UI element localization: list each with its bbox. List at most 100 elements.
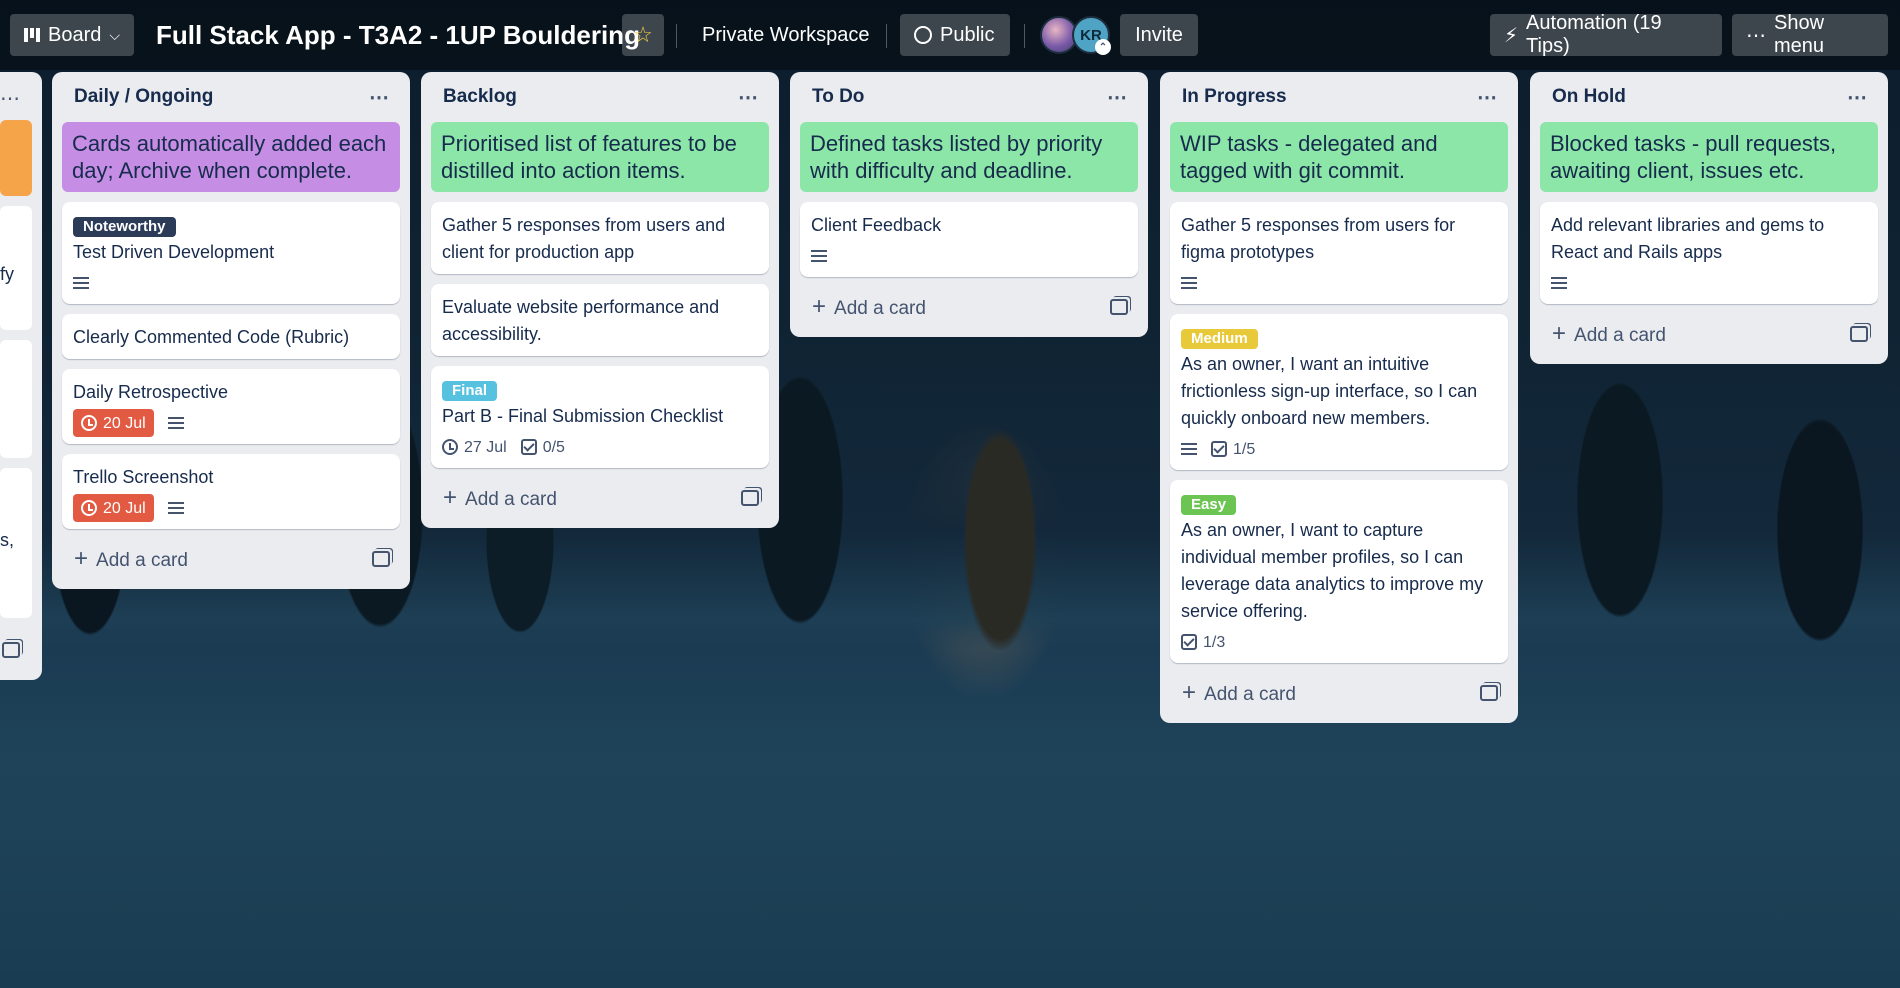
checklist-icon bbox=[520, 439, 537, 455]
list-in-progress: In Progress ⋯ WIP tasks - delegated and t… bbox=[1160, 72, 1518, 723]
avatar[interactable]: KR ⌃ bbox=[1072, 16, 1111, 55]
view-switcher-label: Board bbox=[48, 23, 102, 46]
card-title: Gather 5 responses from users and client… bbox=[442, 215, 726, 262]
board-title[interactable]: Full Stack App - T3A2 - 1UP Bouldering bbox=[156, 14, 640, 56]
add-card-label: Add a card bbox=[1574, 325, 1666, 346]
list-description-card[interactable]: Cards automatically added each day; Arch… bbox=[62, 122, 400, 192]
add-card-label: Add a card bbox=[1204, 684, 1296, 705]
list-title[interactable]: To Do bbox=[812, 86, 864, 108]
add-card-label: Add a card bbox=[96, 550, 188, 571]
add-card-button[interactable]: + Add a card bbox=[443, 484, 557, 512]
card[interactable]: Clearly Commented Code (Rubric) bbox=[62, 314, 400, 359]
description-icon bbox=[167, 417, 184, 429]
description-icon bbox=[167, 502, 184, 514]
lightning-icon: ⚡︎ bbox=[1504, 24, 1519, 47]
list-title[interactable]: On Hold bbox=[1552, 86, 1626, 108]
invite-button[interactable]: Invite bbox=[1120, 14, 1198, 56]
show-menu-button[interactable]: ⋯ Show menu bbox=[1732, 12, 1888, 57]
list-description-card[interactable]: WIP tasks - delegated and tagged with gi… bbox=[1170, 122, 1508, 192]
view-switcher-button[interactable]: Board ⌵ bbox=[10, 14, 134, 56]
automation-label: Automation (19 Tips) bbox=[1526, 12, 1662, 57]
add-card-button[interactable]: + Add a card bbox=[812, 293, 926, 321]
date-badge[interactable]: 27 Jul bbox=[442, 434, 507, 461]
partial-card[interactable]: fy bbox=[0, 206, 32, 330]
list-menu-icon[interactable]: ⋯ bbox=[1847, 85, 1868, 110]
card[interactable]: Daily Retrospective 20 Jul bbox=[62, 369, 400, 444]
list-menu-icon[interactable]: ⋯ bbox=[1477, 85, 1498, 110]
star-icon: ☆ bbox=[633, 22, 653, 47]
list-title[interactable]: Daily / Ongoing bbox=[74, 86, 213, 108]
list-description-card[interactable]: Blocked tasks - pull requests, awaiting … bbox=[1540, 122, 1878, 192]
divider bbox=[1024, 24, 1025, 48]
description-icon bbox=[1551, 277, 1567, 289]
card[interactable]: Add relevant libraries and gems to React… bbox=[1540, 202, 1878, 304]
card-title: As an owner, I want to capture individua… bbox=[1181, 520, 1484, 621]
automation-button[interactable]: ⚡︎ Automation (19 Tips) bbox=[1490, 12, 1722, 57]
template-icon[interactable] bbox=[372, 551, 390, 567]
partial-cover bbox=[0, 120, 32, 196]
workspace-button[interactable]: Private Workspace bbox=[688, 14, 883, 56]
due-date: 20 Jul bbox=[103, 414, 146, 432]
add-card-button[interactable]: + Add a card bbox=[1552, 320, 1666, 348]
template-icon[interactable] bbox=[1110, 299, 1128, 315]
checklist-count: 0/5 bbox=[542, 438, 565, 456]
plus-icon: + bbox=[812, 293, 827, 320]
clock-icon bbox=[442, 439, 458, 455]
card[interactable]: Medium As an owner, I want an intuitive … bbox=[1170, 314, 1508, 470]
clock-icon bbox=[81, 415, 97, 431]
card[interactable]: Client Feedback bbox=[800, 202, 1138, 277]
list-title[interactable]: In Progress bbox=[1182, 86, 1287, 108]
visibility-label: Public bbox=[940, 23, 995, 46]
card-title: Test Driven Development bbox=[73, 242, 275, 262]
template-icon[interactable] bbox=[2, 642, 20, 658]
description-icon bbox=[811, 250, 827, 262]
list-on-hold: On Hold ⋯ Blocked tasks - pull requests, … bbox=[1530, 72, 1888, 364]
description-icon bbox=[1181, 443, 1197, 455]
add-card-button[interactable]: + Add a card bbox=[1182, 679, 1296, 707]
add-card-button[interactable]: + Add a card bbox=[74, 545, 188, 573]
template-icon[interactable] bbox=[1480, 685, 1498, 701]
template-icon[interactable] bbox=[741, 490, 759, 506]
card[interactable]: Easy As an owner, I want to capture indi… bbox=[1170, 480, 1508, 663]
date: 27 Jul bbox=[464, 438, 507, 456]
list-menu-icon[interactable]: ⋯ bbox=[369, 85, 390, 110]
checklist-count: 1/5 bbox=[1233, 440, 1256, 458]
checklist-icon bbox=[1181, 634, 1197, 650]
list-title[interactable]: Backlog bbox=[443, 86, 517, 108]
checklist-icon bbox=[1211, 441, 1227, 457]
card[interactable]: Noteworthy Test Driven Development bbox=[62, 202, 400, 304]
card[interactable]: Gather 5 responses from users for figma … bbox=[1170, 202, 1508, 304]
template-icon[interactable] bbox=[1850, 326, 1868, 342]
label-noteworthy: Noteworthy bbox=[73, 217, 176, 237]
list-description-card[interactable]: Defined tasks listed by priority with di… bbox=[800, 122, 1138, 192]
card[interactable]: Trello Screenshot 20 Jul bbox=[62, 454, 400, 529]
chevron-down-icon: ⌵ bbox=[109, 26, 120, 43]
description-icon bbox=[73, 277, 89, 289]
due-date-badge[interactable]: 20 Jul bbox=[73, 409, 154, 437]
star-button[interactable]: ☆ bbox=[622, 14, 664, 56]
globe-icon bbox=[914, 26, 932, 44]
list-menu-icon[interactable]: ⋯ bbox=[738, 85, 759, 110]
card-title: Daily Retrospective bbox=[73, 382, 229, 402]
card-title: As an owner, I want an intuitive frictio… bbox=[1181, 354, 1478, 428]
list-backlog: Backlog ⋯ Prioritised list of features to… bbox=[421, 72, 779, 528]
list-to-do: To Do ⋯ Defined tasks listed by priority … bbox=[790, 72, 1148, 337]
card-title: Part B - Final Submission Checklist bbox=[442, 406, 724, 426]
list-menu-icon[interactable]: ⋯ bbox=[0, 86, 20, 111]
checklist-badge: 1/3 bbox=[1181, 629, 1225, 656]
list-menu-icon[interactable]: ⋯ bbox=[1107, 85, 1128, 110]
card[interactable]: Gather 5 responses from users and client… bbox=[431, 202, 769, 274]
ellipsis-icon: ⋯ bbox=[1746, 24, 1766, 47]
partial-card[interactable] bbox=[0, 340, 32, 458]
card[interactable]: Evaluate website performance and accessi… bbox=[431, 284, 769, 356]
label-easy: Easy bbox=[1181, 495, 1237, 515]
show-menu-label: Show menu bbox=[1774, 12, 1825, 57]
divider bbox=[886, 24, 887, 48]
list-description-card[interactable]: Prioritised list of features to be disti… bbox=[431, 122, 769, 192]
partial-card[interactable]: s, bbox=[0, 468, 32, 618]
card[interactable]: Final Part B - Final Submission Checklis… bbox=[431, 366, 769, 468]
due-date-badge[interactable]: 20 Jul bbox=[73, 494, 154, 522]
visibility-button[interactable]: Public bbox=[900, 14, 1010, 56]
checklist-count: 1/3 bbox=[1203, 633, 1226, 651]
card-title: Evaluate website performance and accessi… bbox=[442, 297, 720, 344]
